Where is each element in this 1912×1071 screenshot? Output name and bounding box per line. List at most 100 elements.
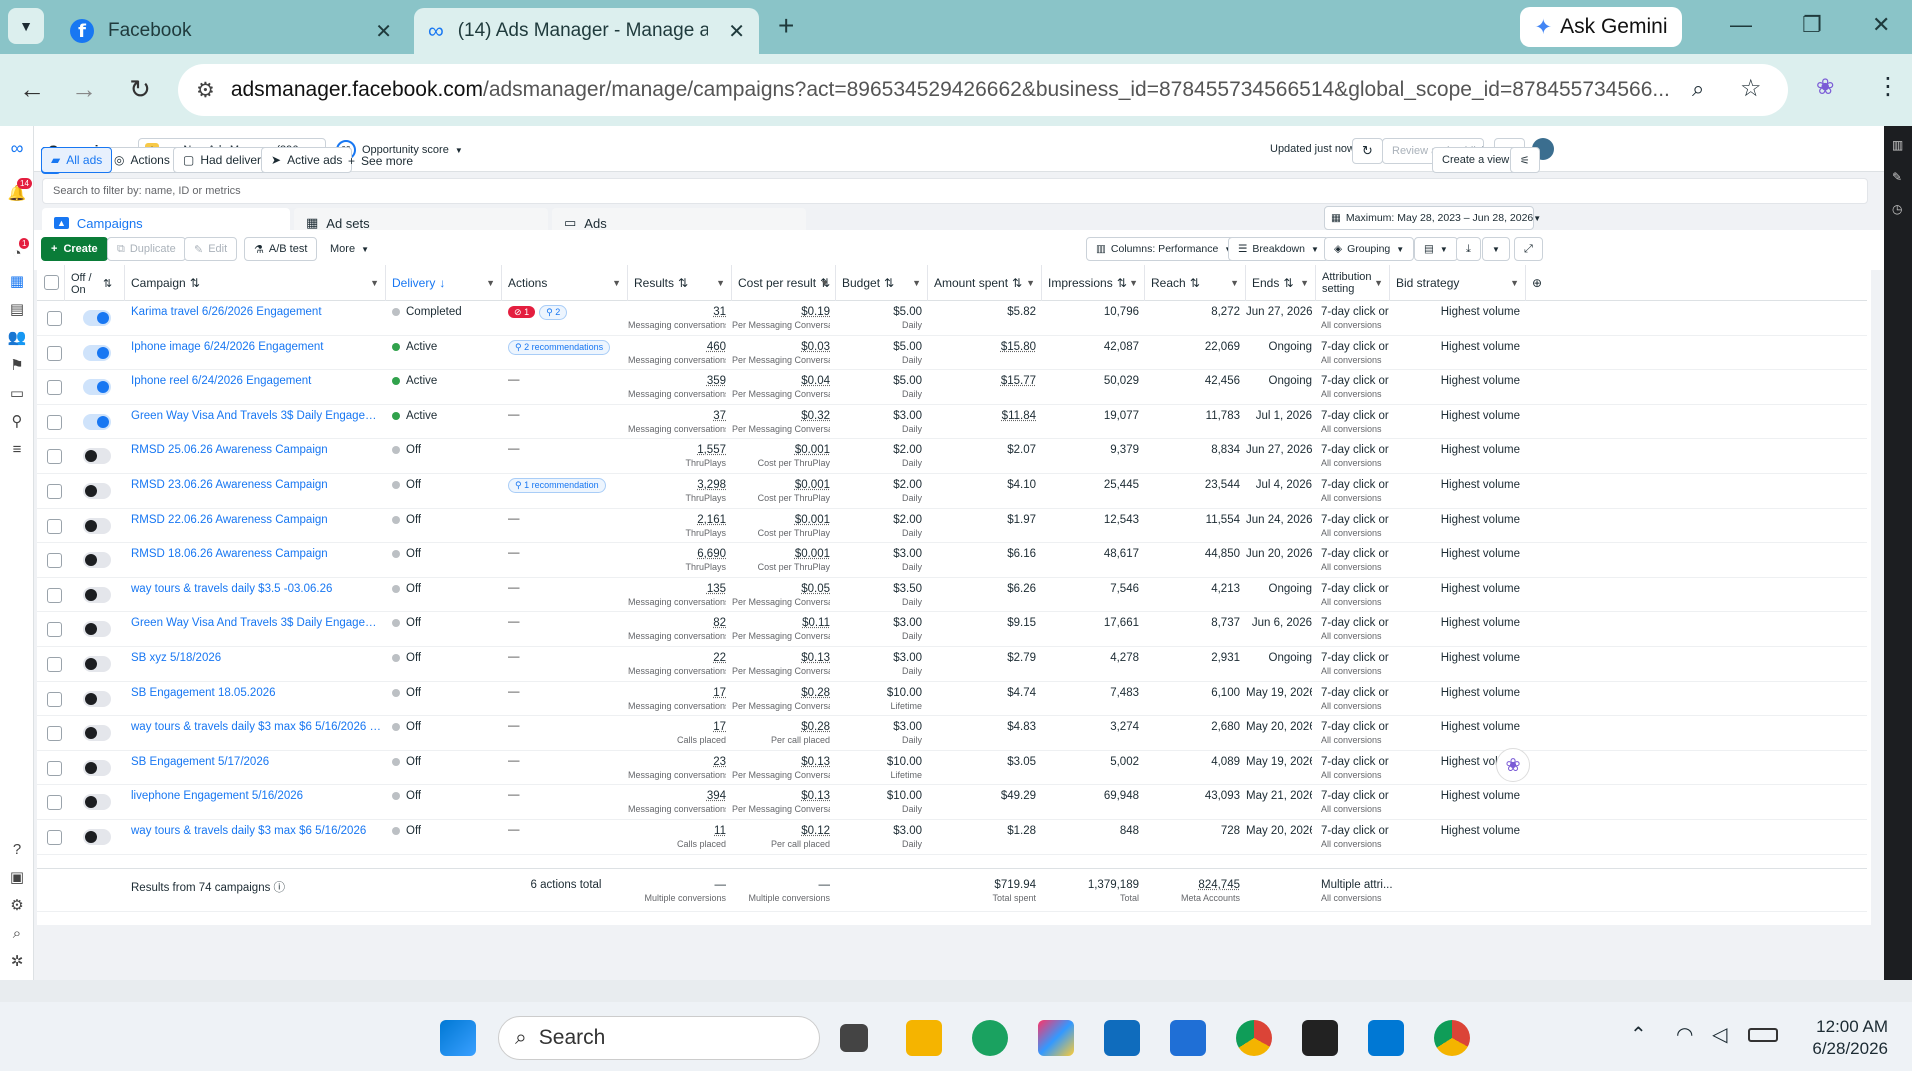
campaign-name-link[interactable]: Iphone image 6/24/2026 Engagement: [131, 341, 383, 353]
cpr-value[interactable]: $0.04: [801, 375, 830, 387]
edge-icon[interactable]: [972, 1020, 1008, 1056]
budget-value[interactable]: $10.00: [887, 687, 922, 699]
tab-facebook[interactable]: f Facebook ✕: [56, 8, 406, 54]
table-row[interactable]: RMSD 22.06.26 Awareness Campaign Off — 2,16…: [37, 509, 1867, 544]
results-value[interactable]: 31: [713, 306, 726, 318]
table-row[interactable]: Green Way Visa And Travels 3$ Daily Enga…: [37, 612, 1867, 647]
table-row[interactable]: SB xyz 5/18/2026 Off — 22 Messaging conversa…: [37, 647, 1867, 682]
cpr-value[interactable]: $0.12: [801, 825, 830, 837]
outlook-icon[interactable]: [1104, 1020, 1140, 1056]
search-icon[interactable]: ⌕: [7, 924, 27, 944]
see-more-button[interactable]: + See more: [348, 154, 413, 168]
row-checkbox[interactable]: [47, 795, 62, 811]
table-row[interactable]: way tours & travels daily $3 max $6 5/16…: [37, 820, 1867, 855]
budget-value[interactable]: $3.00: [893, 548, 922, 560]
feedback-icon[interactable]: ▣: [7, 868, 27, 888]
bug-report-icon[interactable]: ✲: [7, 952, 27, 972]
export-button[interactable]: ⤓: [1456, 237, 1481, 261]
table-row[interactable]: SB Engagement 18.05.2026 Off — 17 Messaging …: [37, 682, 1867, 717]
table-row[interactable]: Iphone reel 6/24/2026 Engagement Active — 3…: [37, 370, 1867, 405]
results-value[interactable]: 82: [713, 617, 726, 629]
row-checkbox[interactable]: [47, 726, 62, 742]
budget-value[interactable]: $5.00: [893, 306, 922, 318]
on-off-toggle[interactable]: [83, 448, 111, 465]
budget-value[interactable]: $2.00: [893, 479, 922, 491]
on-off-toggle[interactable]: [83, 829, 111, 845]
col-results[interactable]: Results ⇅ ▼: [628, 265, 732, 301]
grouping-button[interactable]: ◈ Grouping ▼: [1324, 237, 1415, 261]
row-checkbox[interactable]: [47, 657, 62, 672]
refresh-button[interactable]: ↻: [1352, 138, 1383, 164]
on-off-toggle[interactable]: [83, 483, 111, 499]
close-window-icon[interactable]: ✕: [1872, 12, 1890, 38]
store-icon[interactable]: [1170, 1020, 1206, 1056]
export-options-button[interactable]: ▼: [1482, 237, 1510, 261]
cpr-value[interactable]: $0.03: [801, 341, 830, 353]
tab-search-button[interactable]: ▼: [8, 8, 44, 44]
cpr-value[interactable]: $0.28: [801, 721, 830, 733]
restore-icon[interactable]: ❐: [1802, 12, 1822, 38]
cpr-value[interactable]: $0.13: [801, 756, 830, 768]
ask-gemini-button[interactable]: ✦ Ask Gemini: [1520, 7, 1682, 47]
results-value[interactable]: 23: [713, 756, 726, 768]
all-ads-pill[interactable]: ▰ All ads: [41, 147, 113, 173]
close-icon[interactable]: ✕: [375, 19, 392, 44]
col-off-on[interactable]: Off / On ⇅: [65, 265, 125, 301]
campaign-name-link[interactable]: way tours & travels daily $3.5 -03.06.26: [131, 583, 383, 595]
row-checkbox[interactable]: [47, 484, 62, 499]
campaign-name-link[interactable]: way tours & travels daily $3 max $6 5/16…: [131, 721, 383, 733]
back-icon[interactable]: ←: [16, 74, 48, 105]
columns-button[interactable]: ▥Columns: Performance▼: [1086, 237, 1243, 261]
row-checkbox[interactable]: [47, 587, 62, 603]
chevron-up-icon[interactable]: ⌃: [1630, 1022, 1647, 1047]
table-row[interactable]: way tours & travels daily $3.5 -03.06.26…: [37, 578, 1867, 613]
results-value[interactable]: 3,298: [697, 479, 726, 491]
chrome-icon[interactable]: [1236, 1020, 1272, 1056]
budget-value[interactable]: $10.00: [887, 756, 922, 768]
battery-icon[interactable]: [1748, 1028, 1778, 1042]
results-value[interactable]: 6,690: [697, 548, 726, 560]
budget-value[interactable]: $2.00: [893, 514, 922, 526]
col-delivery[interactable]: Delivery ↓ ▼: [386, 265, 502, 301]
recommendations-badge[interactable]: ⚲ 1 recommendation: [508, 478, 606, 493]
create-view-button[interactable]: Create a view: [1432, 147, 1520, 173]
row-checkbox[interactable]: [47, 518, 62, 534]
vscode-icon[interactable]: [1368, 1020, 1404, 1056]
on-off-toggle[interactable]: [83, 552, 111, 569]
recommendations-badge[interactable]: ⚲ 2 recommendations: [508, 339, 611, 355]
budget-value[interactable]: $3.00: [893, 721, 922, 733]
cpr-value[interactable]: $0.001: [795, 548, 830, 560]
clock[interactable]: 12:00 AM 6/28/2026: [1800, 1016, 1888, 1060]
col-budget[interactable]: Budget ⇅ ▼: [836, 265, 928, 301]
cpr-value[interactable]: $0.13: [801, 652, 830, 664]
cpr-value[interactable]: $0.001: [795, 444, 830, 456]
view-settings-button[interactable]: ⚟: [1510, 147, 1540, 173]
results-value[interactable]: 37: [713, 410, 726, 422]
row-checkbox[interactable]: [47, 622, 62, 638]
results-value[interactable]: 460: [707, 341, 726, 353]
col-attribution[interactable]: Attribution setting ▼: [1316, 265, 1390, 301]
budget-value[interactable]: $10.00: [887, 790, 922, 802]
new-tab-button[interactable]: +: [778, 10, 794, 42]
all-tools-icon[interactable]: ≡: [7, 440, 27, 460]
results-value[interactable]: 1,557: [697, 444, 726, 456]
edit-icon[interactable]: ✎: [1892, 170, 1902, 184]
actions-filter-button[interactable]: ◎ Actions: [104, 147, 180, 173]
on-off-toggle[interactable]: [83, 310, 111, 326]
cpr-value[interactable]: $0.19: [801, 306, 830, 318]
cpr-value[interactable]: $0.001: [795, 479, 830, 491]
row-checkbox[interactable]: [47, 830, 62, 845]
meta-logo-icon[interactable]: ∞: [7, 138, 27, 158]
zoom-icon[interactable]: ⌕: [1692, 76, 1704, 102]
forward-icon[interactable]: →: [68, 74, 100, 105]
search-input[interactable]: Search to filter by: name, ID or metrics: [42, 178, 1868, 204]
settings-icon[interactable]: ⚙: [7, 896, 27, 916]
row-checkbox[interactable]: [47, 345, 62, 361]
on-off-toggle[interactable]: [83, 413, 111, 430]
events-manager-icon[interactable]: ⚲: [7, 412, 27, 432]
reports-button[interactable]: ▤ ▼: [1414, 237, 1458, 261]
campaign-name-link[interactable]: RMSD 18.06.26 Awareness Campaign: [131, 548, 383, 560]
on-off-toggle[interactable]: [83, 517, 111, 534]
results-value[interactable]: 22: [713, 652, 726, 664]
ab-test-button[interactable]: ⚗ A/B test: [244, 237, 318, 261]
